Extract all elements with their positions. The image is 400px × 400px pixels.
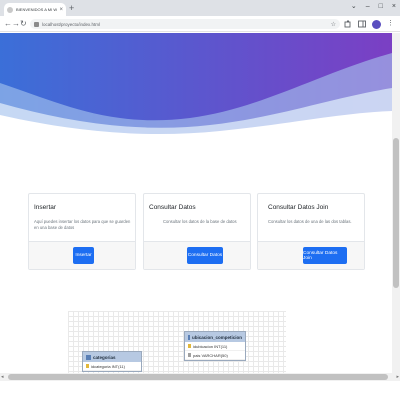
column-icon (188, 353, 191, 357)
scroll-left-icon[interactable]: ◂ (1, 373, 4, 381)
favicon-icon (7, 6, 13, 13)
er-column-label: idcategoria INT(11) (91, 363, 125, 369)
back-icon[interactable]: ← (4, 19, 12, 29)
horizontal-scroll-thumb[interactable] (8, 374, 388, 380)
card-text: Aquí puedes insertar los datos para que … (34, 219, 131, 230)
card-title: Insertar (34, 204, 57, 211)
maximize-icon[interactable]: □ (379, 2, 383, 12)
consultar-datos-button[interactable]: Consultar Datos (187, 247, 223, 264)
er-table-name: ubicacion_competicion (191, 334, 242, 340)
address-bar[interactable]: localhost/proyecto/index.html ☆ (30, 19, 340, 29)
er-column: idubicacion INT(11) (185, 342, 245, 351)
card-insertar: Insertar Aquí puedes insertar los datos … (28, 193, 136, 270)
er-table-ubicacion-competicion: ubicacion_competicion idubicacion INT(11… (184, 331, 246, 361)
er-table-header: categorias (83, 352, 141, 362)
card-footer: Insertar (29, 241, 135, 269)
browser-menu-icon[interactable]: ⋮ (387, 18, 394, 30)
toolbar-right: ⋮ (344, 18, 394, 30)
vertical-scrollbar[interactable] (392, 33, 400, 373)
primary-key-icon (188, 344, 191, 348)
horizontal-scrollbar[interactable]: ◂ ▸ (0, 373, 400, 381)
extensions-icon[interactable] (344, 20, 352, 28)
browser-tab-bar: BIENVENIDOS A MI WEB × + ⌄ – □ × (0, 0, 400, 16)
er-column-label: pais VARCHAR(50) (193, 352, 228, 358)
sidebar-icon[interactable] (358, 20, 366, 28)
minimize-icon[interactable]: – (366, 2, 370, 12)
er-column: idcategoria INT(11) (83, 362, 141, 371)
vertical-scroll-thumb[interactable] (393, 138, 399, 288)
card-consultar-datos-join: Consultar Datos Join Consultar los datos… (257, 193, 365, 270)
bookmark-star-icon[interactable]: ☆ (331, 21, 336, 28)
card-title: Consultar Datos Join (268, 204, 329, 211)
er-table-header: ubicacion_competicion (185, 332, 245, 342)
er-column-label: idubicacion INT(11) (193, 343, 228, 349)
forward-icon[interactable]: → (12, 19, 20, 29)
close-tab-icon[interactable]: × (59, 7, 63, 13)
profile-avatar[interactable] (372, 19, 381, 29)
browser-toolbar: ← → ↻ localhost/proyecto/index.html ☆ ⋮ (0, 16, 400, 32)
new-tab-button[interactable]: + (69, 3, 74, 13)
browser-tab[interactable]: BIENVENIDOS A MI WEB × (4, 3, 66, 16)
table-icon (86, 354, 91, 360)
er-diagram: categorias idcategoria INT(11) ubicacion… (68, 311, 286, 373)
reload-icon[interactable]: ↻ (20, 19, 27, 29)
window-controls: ⌄ – □ × (351, 2, 396, 12)
consultar-datos-join-button[interactable]: Consultar Datos Join (303, 247, 347, 264)
page-bottom (0, 381, 400, 400)
er-table-name: categorias (93, 354, 116, 360)
page-viewport: Insertar Aquí puedes insertar los datos … (0, 33, 400, 373)
card-consultar-datos: Consultar Datos Consultar los datos de l… (143, 193, 251, 270)
er-table-categorias: categorias idcategoria INT(11) (82, 351, 142, 372)
card-footer: Consultar Datos Join (258, 241, 364, 269)
er-column: pais VARCHAR(50) (185, 351, 245, 360)
scroll-right-icon[interactable]: ▸ (396, 373, 399, 381)
insertar-button[interactable]: Insertar (73, 247, 94, 264)
tab-search-icon[interactable]: ⌄ (351, 2, 357, 12)
url-text[interactable]: localhost/proyecto/index.html (42, 22, 331, 27)
card-text: Consultar los datos de una de las dos ta… (268, 219, 352, 224)
table-icon (188, 334, 190, 340)
card-footer: Consultar Datos (144, 241, 250, 269)
site-info-icon[interactable] (34, 21, 39, 27)
hero-wave-banner (0, 33, 392, 138)
close-window-icon[interactable]: × (392, 2, 396, 12)
card-text: Consultar los datos de la base de datos (163, 219, 237, 224)
card-title: Consultar Datos (149, 204, 196, 211)
tab-title: BIENVENIDOS A MI WEB (16, 7, 58, 12)
primary-key-icon (86, 364, 89, 368)
